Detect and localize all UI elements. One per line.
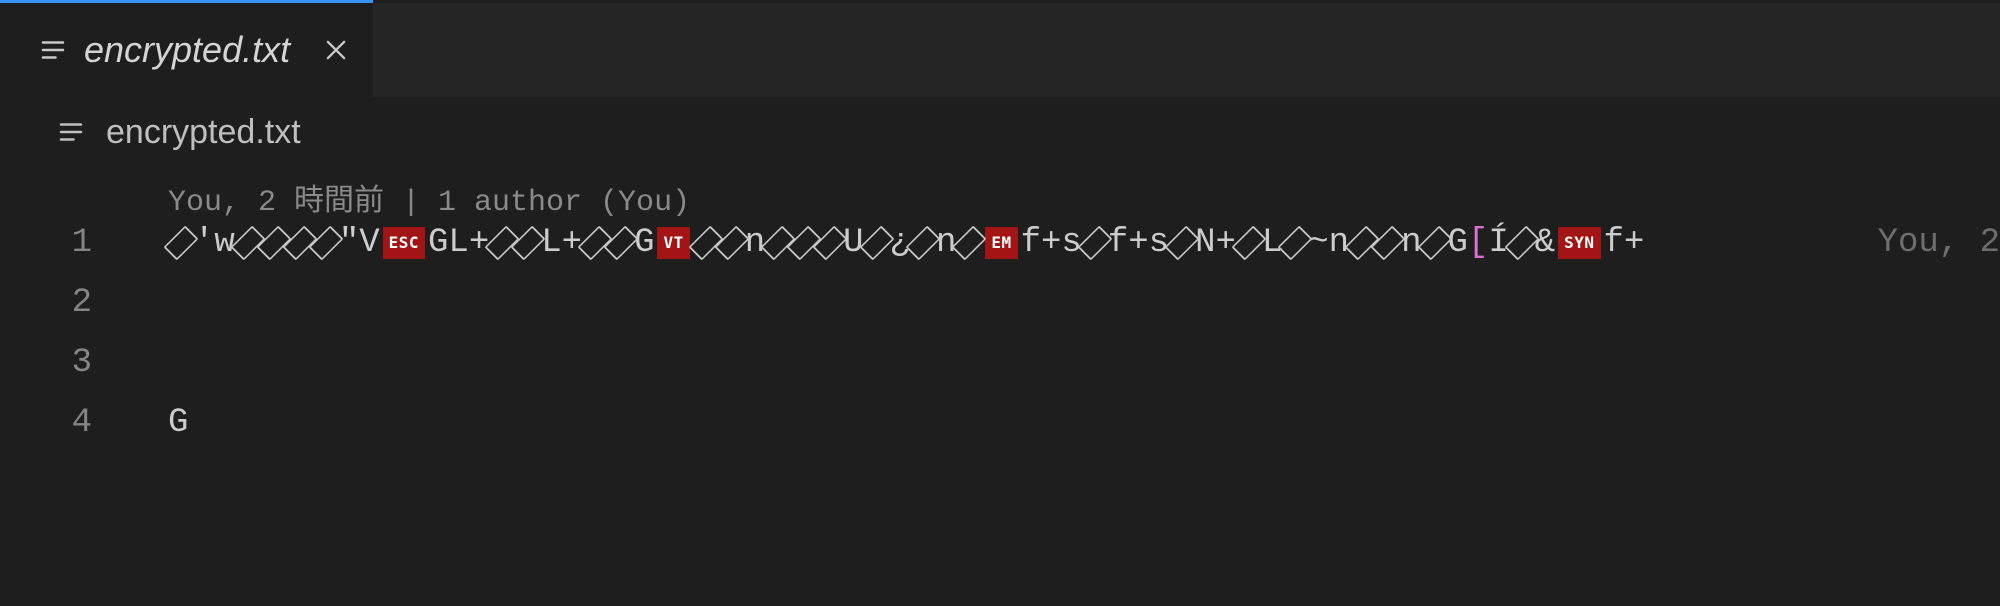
control-char-badge: SYN (1558, 227, 1600, 259)
editor[interactable]: You, 2 時間前 | 1 author (You) 1 2 3 4 'w"V… (0, 167, 2000, 606)
code-text: G (168, 393, 188, 453)
code-text: G (634, 213, 654, 273)
code-text: L+ (541, 213, 582, 273)
replacement-char-glyph (952, 226, 987, 261)
code-text: N+ (1195, 213, 1236, 273)
code-line-1[interactable]: 'w"VESCGL+L+GVTnU¿nEMf+sf+sN+L~nnG[Í&SYN… (168, 213, 2000, 273)
text-lines-icon (38, 35, 68, 65)
control-char-badge: EM (985, 227, 1017, 259)
code-text: f+s (1021, 213, 1082, 273)
line-number: 1 (0, 213, 120, 273)
tab-title: encrypted.txt (84, 32, 290, 68)
code-line-3[interactable] (168, 333, 2000, 393)
line-number: 3 (0, 333, 120, 393)
code-text: ¿ (890, 213, 910, 273)
line-number: 2 (0, 273, 120, 333)
tab-encrypted-txt[interactable]: encrypted.txt (0, 3, 373, 97)
close-tab-button[interactable] (322, 36, 350, 64)
inline-blame-hint: You, 2 (1878, 213, 2000, 273)
text-lines-icon (56, 117, 86, 147)
code-text: & (1535, 213, 1555, 273)
breadcrumb[interactable]: encrypted.txt (0, 97, 2000, 167)
code-text: f+ (1604, 213, 1645, 273)
code-line-2[interactable] (168, 273, 2000, 333)
code-line-4[interactable]: G (168, 393, 2000, 453)
control-char-badge: ESC (383, 227, 425, 259)
code-text: ~n (1308, 213, 1349, 273)
code-text: n (1401, 213, 1421, 273)
code-text: 'w (194, 213, 235, 273)
code-text: n (936, 213, 956, 273)
tab-row: encrypted.txt (0, 3, 2000, 97)
code-text: GL+ (428, 213, 489, 273)
code-text: Í (1488, 213, 1508, 273)
bracket-char: [ (1468, 213, 1488, 273)
code-text: n (745, 213, 765, 273)
line-number: 4 (0, 393, 120, 453)
code-text: L (1262, 213, 1282, 273)
breadcrumb-filename: encrypted.txt (106, 113, 301, 152)
code-text: U (843, 213, 863, 273)
code-text: f+s (1108, 213, 1169, 273)
control-char-badge: VT (657, 227, 689, 259)
line-number-gutter: 1 2 3 4 (0, 213, 120, 453)
code-text: "V (339, 213, 380, 273)
editor-lines[interactable]: 'w"VESCGL+L+GVTnU¿nEMf+sf+sN+L~nnG[Í&SYN… (168, 213, 2000, 453)
code-text: G (1448, 213, 1468, 273)
